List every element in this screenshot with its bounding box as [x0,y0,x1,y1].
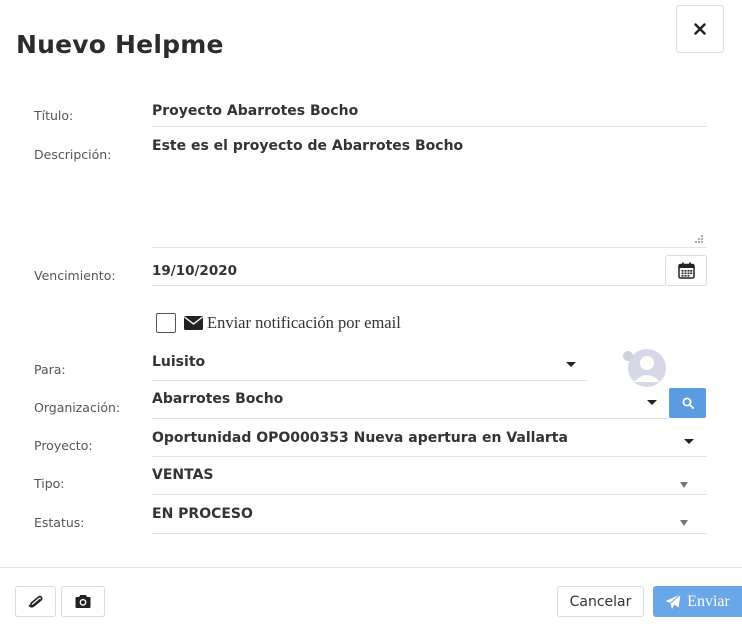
notificacion-label-group: Enviar notificación por email [184,313,401,333]
dialog-title: Nuevo Helpme [16,30,224,59]
notificacion-text: Enviar notificación por email [207,313,401,332]
camera-icon [75,595,91,608]
user-avatar-icon [623,349,666,387]
vencimiento-input[interactable]: 19/10/2020 [152,263,237,279]
para-select[interactable]: Luisito [152,354,205,370]
resize-grip-icon[interactable] [694,234,704,244]
calendar-button[interactable] [665,255,707,286]
para-label: Para: [34,362,66,377]
proyecto-select[interactable]: Oportunidad OPO000353 Nueva apertura en … [152,430,568,446]
vencimiento-label: Vencimiento: [34,268,116,283]
notificacion-checkbox[interactable] [156,313,176,333]
descripcion-label: Descripción: [34,147,112,162]
para-chevron-down-icon[interactable] [566,362,576,367]
camera-button[interactable] [61,586,105,617]
organizacion-label: Organización: [34,400,121,415]
organizacion-select[interactable]: Abarrotes Bocho [152,391,283,407]
descripcion-textarea[interactable]: Este es el proyecto de Abarrotes Bocho [152,138,463,154]
tipo-select[interactable]: VENTAS [152,467,214,483]
tipo-label: Tipo: [34,476,65,491]
footer-divider [0,567,742,568]
helpme-dialog: Nuevo Helpme Título: Proyecto Abarrotes … [0,0,742,632]
estatus-chevron-down-icon[interactable] [680,520,688,526]
titulo-label: Título: [34,108,74,123]
tipo-chevron-down-icon[interactable] [680,482,688,488]
para-underline [152,380,587,381]
titulo-input[interactable]: Proyecto Abarrotes Bocho [152,103,358,119]
organizacion-chevron-down-icon[interactable] [647,400,657,405]
vencimiento-underline [152,285,665,286]
close-button[interactable] [676,5,724,53]
attach-button[interactable] [15,586,56,617]
descripcion-underline [152,247,707,248]
cancel-button[interactable]: Cancelar [557,586,644,617]
proyecto-chevron-down-icon[interactable] [684,439,694,444]
proyecto-label: Proyecto: [34,438,93,453]
calendar-icon [677,262,695,279]
organizacion-search-button[interactable] [669,388,706,418]
estatus-select[interactable]: EN PROCESO [152,506,253,522]
close-icon [694,23,706,35]
paperclip-icon [28,595,43,608]
tipo-underline [152,494,707,495]
send-button-label: Enviar [687,592,730,610]
estatus-label: Estatus: [34,515,85,530]
estatus-underline [152,533,707,534]
titulo-underline [152,126,707,127]
paper-plane-icon [665,593,681,609]
search-icon [682,397,694,409]
send-button[interactable]: Enviar [653,586,742,617]
proyecto-underline [152,456,707,457]
organizacion-underline [152,418,669,419]
envelope-icon [184,316,203,330]
